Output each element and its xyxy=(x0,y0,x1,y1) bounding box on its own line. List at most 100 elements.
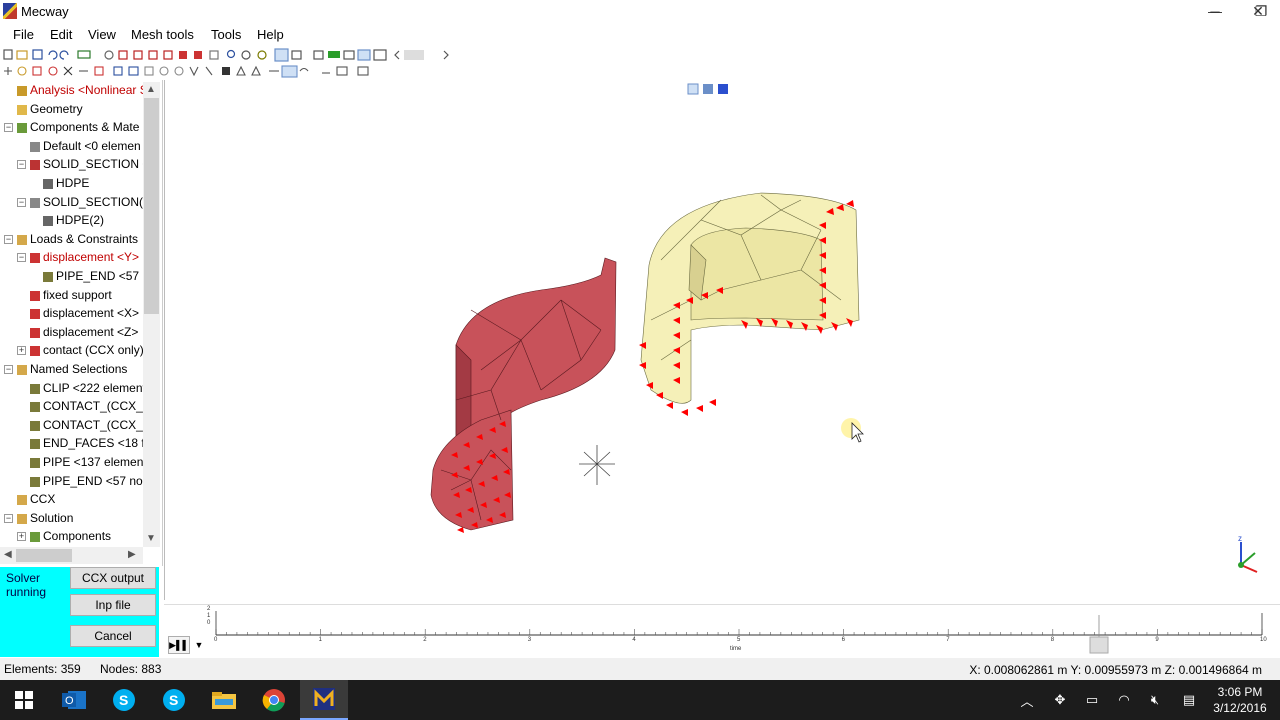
system-clock[interactable]: 3:06 PM 3/12/2016 xyxy=(1208,680,1272,720)
cursor-coordinates: X: 0.008062861 m Y: 0.00955973 m Z: 0.00… xyxy=(969,663,1262,677)
tree-item[interactable]: PIPE_END <57 n xyxy=(56,269,143,287)
chrome-taskbar-button[interactable] xyxy=(250,680,298,720)
tree-item[interactable]: Named Selections xyxy=(30,362,127,380)
tree-item[interactable]: displacement <Z> xyxy=(43,325,138,343)
wifi-icon[interactable]: ◠ xyxy=(1112,680,1136,720)
tree-expander[interactable]: − xyxy=(4,123,13,133)
model-view[interactable]: z xyxy=(165,80,1280,600)
3d-viewport[interactable]: z xyxy=(164,80,1280,600)
zoom-icon xyxy=(226,49,236,59)
outlook-taskbar-button[interactable]: O xyxy=(50,680,98,720)
skype-icon: S xyxy=(113,689,135,711)
tree-item[interactable]: Analysis <Nonlinear S xyxy=(30,83,143,101)
tree-node-icon xyxy=(30,402,40,413)
tree-expander[interactable]: + xyxy=(17,532,26,542)
scroll-up-icon[interactable]: ▲ xyxy=(146,84,156,95)
zoom-box-icon xyxy=(209,50,219,60)
tree-item[interactable]: contact (CCX only) xyxy=(43,343,143,361)
tree-item[interactable]: Loads & Constraints xyxy=(30,232,138,250)
tree-item[interactable]: Geometry xyxy=(30,102,83,120)
tree-expander[interactable]: − xyxy=(17,160,26,170)
action-center-icon[interactable]: ▤ xyxy=(1177,680,1201,720)
battery-icon[interactable]: ▭ xyxy=(1080,680,1104,720)
toolbar-icons-row-1[interactable] xyxy=(0,46,470,62)
tree-expander[interactable]: − xyxy=(4,513,13,523)
menu-help[interactable]: Help xyxy=(257,27,284,42)
scroll-down-icon[interactable]: ▼ xyxy=(146,533,156,544)
file-explorer-taskbar-button[interactable] xyxy=(200,680,248,720)
solver-status: Solver running xyxy=(6,571,47,599)
tree-item[interactable]: SOLID_SECTION(2) xyxy=(43,195,143,213)
tree-item[interactable]: CONTACT_(CCX_Ol xyxy=(43,418,143,436)
cancel-button[interactable]: Cancel xyxy=(70,625,156,647)
select-nodes-icon xyxy=(291,50,302,60)
tree-item[interactable]: Solution xyxy=(30,511,73,529)
tree-horizontal-scroll-thumb[interactable] xyxy=(16,549,72,562)
main-toolbar xyxy=(0,46,470,62)
play-pause-button[interactable]: ▶▌▌ xyxy=(168,636,190,654)
menu-file[interactable]: File xyxy=(13,27,34,42)
window-title: Mecway xyxy=(21,4,69,19)
show-hidden-icons-button[interactable]: ︿ xyxy=(1016,680,1038,720)
tree-item[interactable]: CCX xyxy=(30,492,55,510)
time-slider-panel: ▶▌▌ ▼ 0 1 2 3 4 5 6 7 8 9 10 2 1 0 time xyxy=(164,604,1280,656)
menu-mesh-tools[interactable]: Mesh tools xyxy=(131,27,194,42)
tree-item[interactable]: fixed support xyxy=(43,288,112,306)
mesh-icon xyxy=(77,50,91,59)
mesh-toolbar xyxy=(0,63,380,79)
tree-item[interactable]: END_FACES <18 fa xyxy=(43,436,143,454)
restore-button-alt[interactable] xyxy=(1192,0,1236,22)
tree-expander[interactable]: − xyxy=(17,197,26,207)
tree-expander[interactable]: − xyxy=(4,234,13,244)
inp-file-button[interactable]: Inp file xyxy=(70,594,156,616)
scroll-left-icon[interactable]: ◀ xyxy=(4,549,12,560)
select-mode-icon xyxy=(274,48,289,62)
tree-expander[interactable]: − xyxy=(17,253,26,263)
time-axis[interactable] xyxy=(164,605,1280,657)
close-button[interactable]: ✕ xyxy=(1236,0,1280,22)
tree-node-icon xyxy=(17,104,27,115)
settings-icon xyxy=(17,66,27,76)
move-icon xyxy=(128,66,139,76)
tree-item[interactable]: PIPE_END <57 nod xyxy=(43,474,143,492)
tree-item[interactable]: displacement <Y> xyxy=(43,250,139,268)
tree-item[interactable]: HDPE xyxy=(56,176,89,194)
tree-expander[interactable]: + xyxy=(17,346,26,356)
tree-item[interactable]: CLIP <222 element xyxy=(43,381,143,399)
tree-item[interactable]: displacement <X> xyxy=(43,306,139,324)
surface-icon xyxy=(281,65,298,78)
model-tree: Analysis <Nonlinear S Geometry − Components… xyxy=(0,81,143,547)
scroll-right-icon[interactable]: ▶ xyxy=(128,549,136,560)
volume-muted-icon[interactable]: 🔇︎ xyxy=(1143,680,1167,720)
mirror-icon xyxy=(144,66,154,76)
render-solid-icon xyxy=(328,51,340,58)
mecway-taskbar-button[interactable] xyxy=(300,680,348,720)
toolbar-icons-row-2[interactable] xyxy=(0,63,380,79)
start-button[interactable] xyxy=(0,680,48,720)
skype-business-taskbar-button[interactable]: S xyxy=(150,680,198,720)
tree-node-icon xyxy=(30,327,40,338)
y-tick-1: 1 xyxy=(207,613,211,619)
skype-taskbar-button[interactable]: S xyxy=(100,680,148,720)
tree-item[interactable]: Components xyxy=(43,529,111,547)
tree-item[interactable]: Components & Mate xyxy=(30,120,139,138)
network-sync-icon[interactable]: ✥ xyxy=(1048,680,1072,720)
element-count: Elements: 359 xyxy=(4,662,81,676)
menu-edit[interactable]: Edit xyxy=(50,27,72,42)
tree-item[interactable]: SOLID_SECTION <2 xyxy=(43,157,143,175)
play-options-dropdown[interactable]: ▼ xyxy=(192,636,206,654)
menu-view[interactable]: View xyxy=(88,27,116,42)
tree-item[interactable]: CONTACT_(CCX_Ol xyxy=(43,399,143,417)
tree-vertical-scroll-thumb[interactable] xyxy=(144,98,159,314)
tree-item[interactable]: HDPE(2) xyxy=(56,213,104,231)
tree-node-icon xyxy=(43,272,53,282)
undo-icon xyxy=(48,50,58,60)
tree-item[interactable]: Default <0 elemen xyxy=(43,139,141,157)
tree-item[interactable]: PIPE <137 element xyxy=(43,455,143,473)
tree-expander[interactable]: − xyxy=(4,365,13,374)
tree-node-icon xyxy=(30,253,40,264)
tree-node-icon xyxy=(30,290,40,301)
tree-node-icon xyxy=(30,532,40,543)
ccx-output-button[interactable]: CCX output xyxy=(70,567,156,589)
menu-tools[interactable]: Tools xyxy=(211,27,241,42)
